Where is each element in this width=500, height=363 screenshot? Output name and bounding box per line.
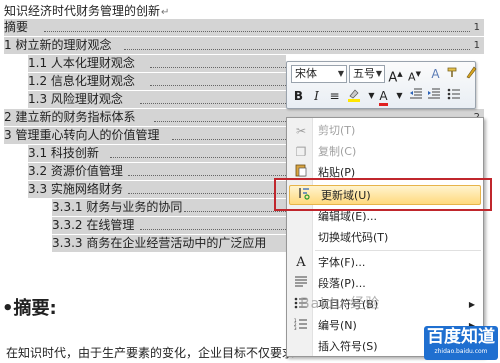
- grow-font-button[interactable]: A▲: [387, 65, 404, 85]
- toc-line[interactable]: 1 树立新的理财观念 1: [4, 37, 484, 54]
- toc-line[interactable]: 3.3 实施网络财务: [28, 181, 286, 198]
- italic-button[interactable]: I: [308, 87, 325, 105]
- toc-line[interactable]: 3.3.1 财务与业务的协同: [52, 199, 286, 216]
- chevron-down-icon[interactable]: ▼: [391, 87, 408, 105]
- paragraph-icon: [293, 274, 309, 294]
- submenu-arrow-icon: ▶: [468, 300, 475, 309]
- copy-icon: ❐: [295, 145, 307, 159]
- baidu-zhidao-logo: 百度知道 zhidao.baidu.com: [424, 326, 498, 360]
- highlight-color-icon[interactable]: [345, 87, 362, 105]
- toc-line[interactable]: 1.2 信息化理财观念: [28, 73, 286, 90]
- scissors-icon: ✂: [295, 124, 307, 138]
- context-menu: ✂ 剪切(T) ❐ 复制(C) 粘贴(P) 更新域(U) 编辑域(E)... 切…: [286, 117, 484, 357]
- highlight-annotation-box: [274, 178, 492, 211]
- menu-separator: [315, 250, 481, 251]
- menu-item-copy[interactable]: ❐ 复制(C): [287, 142, 483, 162]
- text-effects-button[interactable]: A: [427, 65, 444, 83]
- font-size-select[interactable]: 五号 ▼: [349, 65, 385, 83]
- summary-heading: •摘要:: [2, 298, 57, 319]
- toc-line[interactable]: 3.3.2 在线管理: [52, 217, 286, 234]
- body-paragraph: 在知识时代，由于生产要素的变化，企业目标不仅要求...: [6, 346, 306, 360]
- toc-line[interactable]: 1.3 风险理财观念: [28, 91, 286, 108]
- toc-line[interactable]: 3.2 资源价值管理: [28, 163, 286, 180]
- menu-item-paragraph[interactable]: 段落(P)...: [287, 274, 483, 294]
- menu-item-toggle-field-codes[interactable]: 切换域代码(T): [287, 228, 483, 248]
- center-align-button[interactable]: ≡: [326, 87, 343, 105]
- bold-button[interactable]: B: [290, 87, 307, 105]
- document-title: 知识经济时代财务管理的创新↵: [4, 4, 170, 18]
- menu-item-cut[interactable]: ✂ 剪切(T): [287, 121, 483, 141]
- toc-line[interactable]: 1.1 人本化理财观念: [28, 55, 286, 72]
- numbering-icon: 123: [293, 316, 309, 336]
- toc-line[interactable]: 3.3.3 商务在企业经营活动中的广泛应用: [52, 235, 286, 252]
- svg-text:3: 3: [294, 326, 297, 330]
- baidu-jingyan-watermark: Baidu 经验: [300, 296, 381, 312]
- toc-line[interactable]: 3 管理重心转向人的价值管理: [4, 127, 286, 144]
- toc-line[interactable]: 3.1 科技创新: [28, 145, 286, 162]
- format-painter-icon[interactable]: [444, 65, 461, 83]
- decrease-indent-icon[interactable]: [407, 87, 424, 105]
- shrink-font-button[interactable]: A▼: [406, 65, 423, 84]
- chevron-down-icon: ▼: [375, 69, 382, 78]
- toc-line[interactable]: 摘要 1: [4, 19, 484, 36]
- font-icon: A: [296, 255, 306, 270]
- font-name-select[interactable]: 宋体 ▼: [291, 65, 347, 83]
- increase-indent-icon[interactable]: [425, 87, 442, 105]
- mini-format-toolbar: 宋体 ▼ 五号 ▼ A▲ A▼ A B I ≡ ▼ A ▼: [286, 61, 476, 109]
- chevron-down-icon: ▼: [337, 69, 344, 78]
- bullets-icon[interactable]: [445, 87, 462, 105]
- font-color-button[interactable]: A: [375, 87, 392, 106]
- styles-icon[interactable]: [462, 65, 479, 83]
- menu-item-font[interactable]: A 字体(F)...: [287, 253, 483, 273]
